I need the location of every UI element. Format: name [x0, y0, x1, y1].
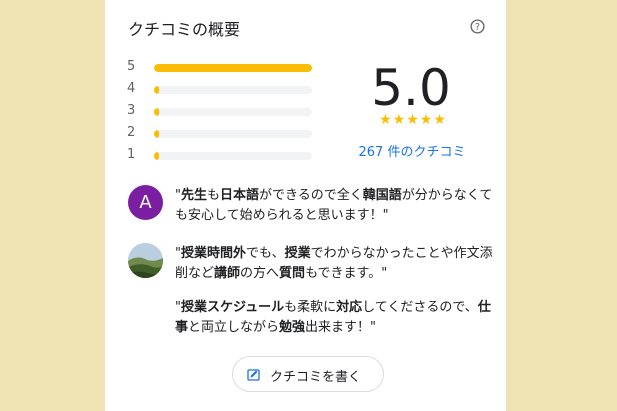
star-rating-icon: ★★★★★ [379, 112, 447, 128]
rating-row-label: 1 [127, 147, 136, 162]
rating-row-2[interactable]: 2 [127, 123, 317, 145]
review-text-segment: の方へ [240, 266, 280, 281]
review-count-link[interactable]: 267 件のクチコミ [345, 141, 479, 160]
rating-bar-fill [154, 64, 312, 72]
review-text-segment: と両立しながら [188, 320, 280, 335]
review-keyword: 日本語 [220, 188, 260, 203]
rating-row-3[interactable]: 3 [127, 101, 317, 123]
review-keyword: 授業時間外 [180, 246, 246, 261]
review-keyword: 韓国語 [362, 188, 402, 203]
review-keyword: 勉強 [279, 320, 306, 335]
write-review-label: クチコミを書く [270, 370, 362, 385]
rating-distribution: 5 4 3 2 1 [127, 57, 317, 167]
review-text-segment: 出来ます！" [305, 320, 377, 335]
rating-bar-fill [154, 152, 159, 160]
rating-bar-fill [154, 108, 159, 116]
rating-bar-track [154, 64, 312, 72]
rating-bar-track [154, 86, 312, 94]
rating-row-label: 3 [127, 103, 136, 118]
review-text-segment: も [207, 188, 221, 203]
review-keyword: 対応 [336, 300, 363, 315]
review-keyword: 講師 [214, 266, 241, 281]
review-text: "授業スケジュールも柔軟に対応してくださるので、仕事と両立しながら勉強出来ます！… [175, 298, 495, 338]
review-keyword: 授業スケジュール [180, 300, 285, 315]
rating-bar-track [154, 108, 312, 116]
review-text-segment: でも、 [246, 246, 285, 261]
review-summary-title: クチコミの概要 [128, 20, 241, 39]
rating-bar-fill [154, 130, 159, 138]
landscape-photo-icon [128, 243, 163, 278]
review-text-segment: してくださるので、 [362, 300, 478, 315]
rating-bar-fill [154, 86, 159, 94]
rating-row-label: 2 [127, 125, 136, 140]
rating-bar-track [154, 152, 312, 160]
rating-row-1[interactable]: 1 [127, 145, 317, 167]
edit-review-icon [247, 369, 260, 381]
review-summary-card: クチコミの概要 ? 5 4 3 2 1 5.0 ★★★★★ 267 件のクチコミ… [105, 0, 506, 411]
review-text: "授業時間外でも、授業でわからなかったことや作文添削など講師の方へ質問もできます… [175, 244, 495, 284]
rating-bar-track [154, 130, 312, 138]
rating-row-label: 4 [127, 81, 136, 96]
help-circle-icon[interactable]: ? [470, 19, 485, 34]
review-text: "先生も日本語ができるので全く韓国語が分からなくても安心して始められると思います… [175, 186, 495, 226]
average-rating-value: 5.0 [371, 59, 451, 117]
review-keyword: 授業 [284, 246, 311, 261]
rating-row-5[interactable]: 5 [127, 57, 317, 79]
review-text-segment: もできます。" [305, 266, 388, 281]
write-review-button[interactable]: クチコミを書く [232, 356, 384, 392]
svg-text:?: ? [475, 22, 480, 33]
review-keyword: 先生 [180, 188, 207, 203]
review-text-segment: も柔軟に [284, 300, 337, 315]
rating-row-4[interactable]: 4 [127, 79, 317, 101]
rating-row-label: 5 [127, 59, 136, 74]
review-keyword: 質問 [279, 266, 306, 281]
avatar[interactable]: A [128, 185, 163, 220]
review-text-segment: ができるので全く [259, 188, 363, 203]
avatar[interactable] [128, 243, 163, 278]
